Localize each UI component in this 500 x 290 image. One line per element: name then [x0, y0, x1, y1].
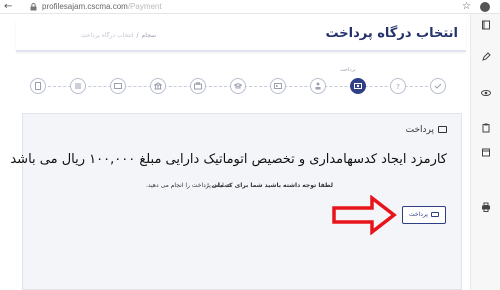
breadcrumb: سجام/انتخاب درگاه پرداخت [81, 32, 156, 39]
step-rows-icon[interactable] [70, 78, 86, 94]
back-arrow-icon[interactable]: ← [4, 0, 12, 14]
panel-heading: پرداخت [406, 125, 447, 135]
pay-button[interactable]: پرداخت [402, 206, 446, 224]
step-label-active: پرداخت [340, 67, 356, 73]
page-title: انتخاب درگاه پرداخت [325, 26, 458, 41]
clipboard-icon[interactable] [481, 123, 491, 133]
page-header: انتخاب درگاه پرداخت سجام/انتخاب درگاه پر… [16, 20, 466, 52]
step-document-icon[interactable] [30, 78, 46, 94]
progress-stepper: پرداخت ? [18, 64, 458, 108]
step-payment-icon[interactable] [350, 78, 366, 94]
svg-text:?: ? [396, 83, 400, 90]
step-check-icon[interactable] [430, 78, 446, 94]
fee-description: کارمزد ایجاد کدسهامداری و تخصیص اتوماتیک… [10, 152, 447, 167]
payment-icon [438, 126, 447, 133]
breadcrumb-separator: / [136, 32, 139, 39]
printer-icon[interactable] [481, 202, 491, 212]
edit-icon[interactable] [481, 52, 491, 62]
step-briefcase-icon[interactable] [190, 78, 206, 94]
browser-address-bar: ← profilesajam.cscma.com/Payment ☆ [0, 0, 500, 14]
breadcrumb-home-link[interactable]: سجام [142, 32, 156, 39]
red-arrow-annotation [332, 195, 397, 235]
step-id-icon[interactable] [270, 78, 286, 94]
calendar-icon[interactable] [481, 147, 491, 157]
book-icon[interactable] [481, 20, 491, 30]
step-bank-icon[interactable] [150, 78, 166, 94]
step-person-icon[interactable] [310, 78, 326, 94]
step-card-icon[interactable] [110, 78, 126, 94]
url-text[interactable]: profilesajam.cscma.com/Payment [42, 0, 162, 14]
profile-avatar-icon[interactable] [480, 2, 490, 12]
payment-notice: عملیات پرداخت را انجام می دهید. [145, 182, 231, 189]
breadcrumb-current: انتخاب درگاه پرداخت [80, 32, 134, 39]
bookmark-star-icon[interactable]: ☆ [462, 0, 471, 14]
step-question-icon[interactable]: ? [390, 78, 406, 94]
eye-icon[interactable] [481, 88, 491, 98]
lock-icon[interactable] [30, 3, 37, 11]
payment-icon [430, 212, 439, 217]
browser-side-panel [470, 14, 500, 290]
step-mortarboard-icon[interactable] [230, 78, 246, 94]
